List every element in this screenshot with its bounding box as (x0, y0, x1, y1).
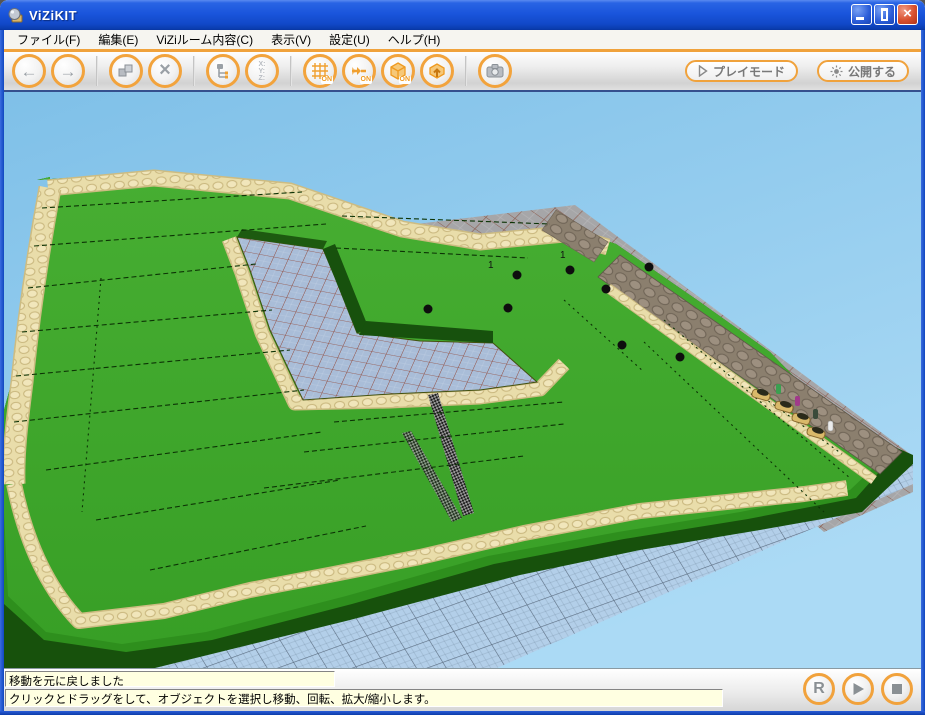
title-bar[interactable]: ViZiKIT × (0, 0, 925, 30)
toolbar-separator (290, 56, 292, 86)
toolbar: ← → × X:Y:Z: (4, 52, 921, 92)
window-border-left (0, 30, 4, 715)
copy-object-button[interactable] (109, 54, 143, 88)
figure-dark[interactable] (813, 409, 818, 419)
sun-icon (830, 65, 843, 78)
marker-1: 1 (488, 260, 494, 271)
app-icon (7, 7, 24, 24)
3d-viewport[interactable]: 1 1 (4, 92, 921, 668)
delete-x-icon: × (159, 60, 171, 80)
camera-icon (484, 60, 506, 82)
toolbar-separator (96, 56, 98, 86)
status-bar: 移動を元に戻しました クリックとドラッグをして、オブジェクトを選択し移動、回転、… (4, 668, 921, 711)
menu-view[interactable]: 表示(V) (262, 30, 320, 49)
app-window: ViZiKIT × ファイル(F) 編集(E) ViZiルーム内容(C) 表示(… (0, 0, 925, 715)
figure-green[interactable] (776, 384, 781, 394)
marker-2: 1 (560, 250, 566, 261)
play-outline-icon (698, 65, 708, 77)
menu-bar: ファイル(F) 編集(E) ViZiルーム内容(C) 表示(V) 設定(U) ヘ… (4, 30, 921, 49)
figure-white[interactable] (828, 421, 833, 431)
status-message-field: 移動を元に戻しました (5, 671, 335, 687)
publish-label: 公開する (848, 63, 896, 80)
status-hint-field: クリックとドラッグをして、オブジェクトを選択し移動、回転、拡大/縮小します。 (5, 689, 723, 707)
play-icon (852, 682, 865, 696)
box-up-arrow-icon (426, 60, 448, 82)
snap-toggle-button[interactable]: ON (342, 54, 376, 88)
transport-controls: R (803, 673, 913, 705)
close-icon: × (903, 6, 912, 21)
toolbar-separator (193, 56, 195, 86)
cubes-icon (116, 61, 136, 81)
arrow-left-icon: ← (21, 63, 38, 80)
window-border-bottom (0, 711, 925, 715)
window-border-right (921, 30, 925, 715)
delete-object-button[interactable]: × (148, 54, 182, 88)
publish-button[interactable]: 公開する (817, 60, 909, 82)
screenshot-button[interactable] (478, 54, 512, 88)
maximize-icon (881, 8, 888, 21)
toolbar-separator (465, 56, 467, 86)
play-button[interactable] (842, 673, 874, 705)
scene-canvas[interactable]: 1 1 (4, 92, 921, 668)
close-button[interactable]: × (897, 4, 918, 25)
box-toggle-button[interactable]: ON (381, 54, 415, 88)
snap-on-badge: ON (360, 76, 373, 84)
minimize-button[interactable] (851, 4, 872, 25)
menu-settings[interactable]: 設定(U) (320, 30, 379, 49)
undo-button[interactable]: ← (12, 54, 46, 88)
play-mode-label: プレイモード (713, 63, 785, 80)
stop-button[interactable] (881, 673, 913, 705)
maximize-button[interactable] (874, 4, 895, 25)
stop-icon (891, 683, 903, 695)
hierarchy-button[interactable] (206, 54, 240, 88)
window-title: ViZiKIT (29, 8, 77, 23)
hierarchy-tree-icon (213, 61, 233, 81)
play-mode-button[interactable]: プレイモード (685, 60, 798, 82)
record-r-icon: R (813, 680, 825, 698)
record-button[interactable]: R (803, 673, 835, 705)
menu-file[interactable]: ファイル(F) (8, 30, 89, 49)
box-on-badge: ON (399, 76, 412, 84)
menu-edit[interactable]: 編集(E) (89, 30, 147, 49)
redo-button[interactable]: → (51, 54, 85, 88)
box-eject-button[interactable] (420, 54, 454, 88)
coordinates-button[interactable]: X:Y:Z: (245, 54, 279, 88)
grid-toggle-button[interactable]: ON (303, 54, 337, 88)
grid-on-badge: ON (321, 76, 334, 84)
menu-vizi-room[interactable]: ViZiルーム内容(C) (147, 30, 262, 49)
menu-help[interactable]: ヘルプ(H) (379, 30, 450, 49)
figure-purple[interactable] (795, 396, 800, 406)
xyz-icon: X:Y:Z: (259, 61, 266, 82)
minimize-icon (856, 17, 864, 20)
arrow-right-icon: → (60, 63, 77, 80)
